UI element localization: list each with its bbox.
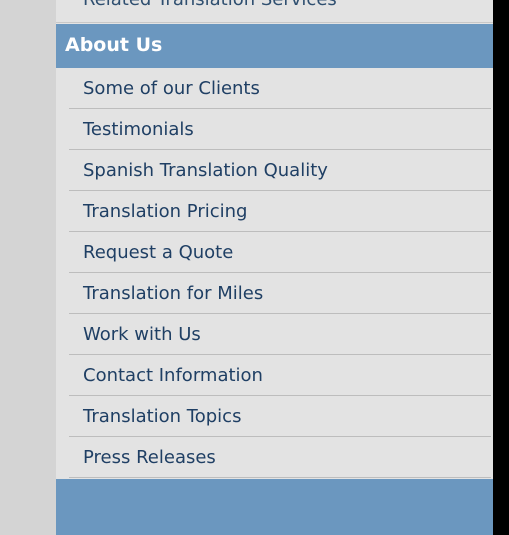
menu-item-label: Request a Quote: [83, 242, 234, 263]
menu-item-translation-topics[interactable]: Translation Topics: [69, 398, 491, 437]
menu-item-translation-for-miles[interactable]: Translation for Miles: [69, 275, 491, 314]
left-gutter: [0, 0, 56, 535]
menu-item-spanish-translation-quality[interactable]: Spanish Translation Quality: [69, 152, 491, 191]
sidebar-menu: Related Translation Services About Us So…: [56, 0, 493, 535]
menu-item-press-releases[interactable]: Press Releases: [69, 439, 491, 478]
about-us-header: About Us: [56, 24, 493, 68]
menu-item-label: Work with Us: [83, 324, 201, 345]
menu-item-label: Translation Topics: [83, 406, 242, 427]
menu-item-contact-information[interactable]: Contact Information: [69, 357, 491, 396]
menu-item-label: Press Releases: [83, 447, 216, 468]
menu-item-label: Translation for Miles: [83, 283, 264, 304]
menu-item-label: Some of our Clients: [83, 78, 260, 99]
about-us-title: About Us: [65, 34, 163, 56]
menu-item-label: Testimonials: [83, 119, 194, 140]
menu-item-label: Translation Pricing: [83, 201, 248, 222]
menu-item-label: Contact Information: [83, 365, 263, 386]
menu-footer-bar: [56, 479, 493, 535]
menu-item-some-of-our-clients[interactable]: Some of our Clients: [69, 70, 491, 109]
cut-off-menu-item-label: Related Translation Services: [83, 0, 337, 10]
page: Related Translation Services About Us So…: [0, 0, 509, 535]
cut-off-menu-item[interactable]: Related Translation Services: [56, 0, 493, 23]
menu-item-translation-pricing[interactable]: Translation Pricing: [69, 193, 491, 232]
menu-item-testimonials[interactable]: Testimonials: [69, 111, 491, 150]
menu-item-work-with-us[interactable]: Work with Us: [69, 316, 491, 355]
menu-item-label: Spanish Translation Quality: [83, 160, 328, 181]
menu-item-request-a-quote[interactable]: Request a Quote: [69, 234, 491, 273]
